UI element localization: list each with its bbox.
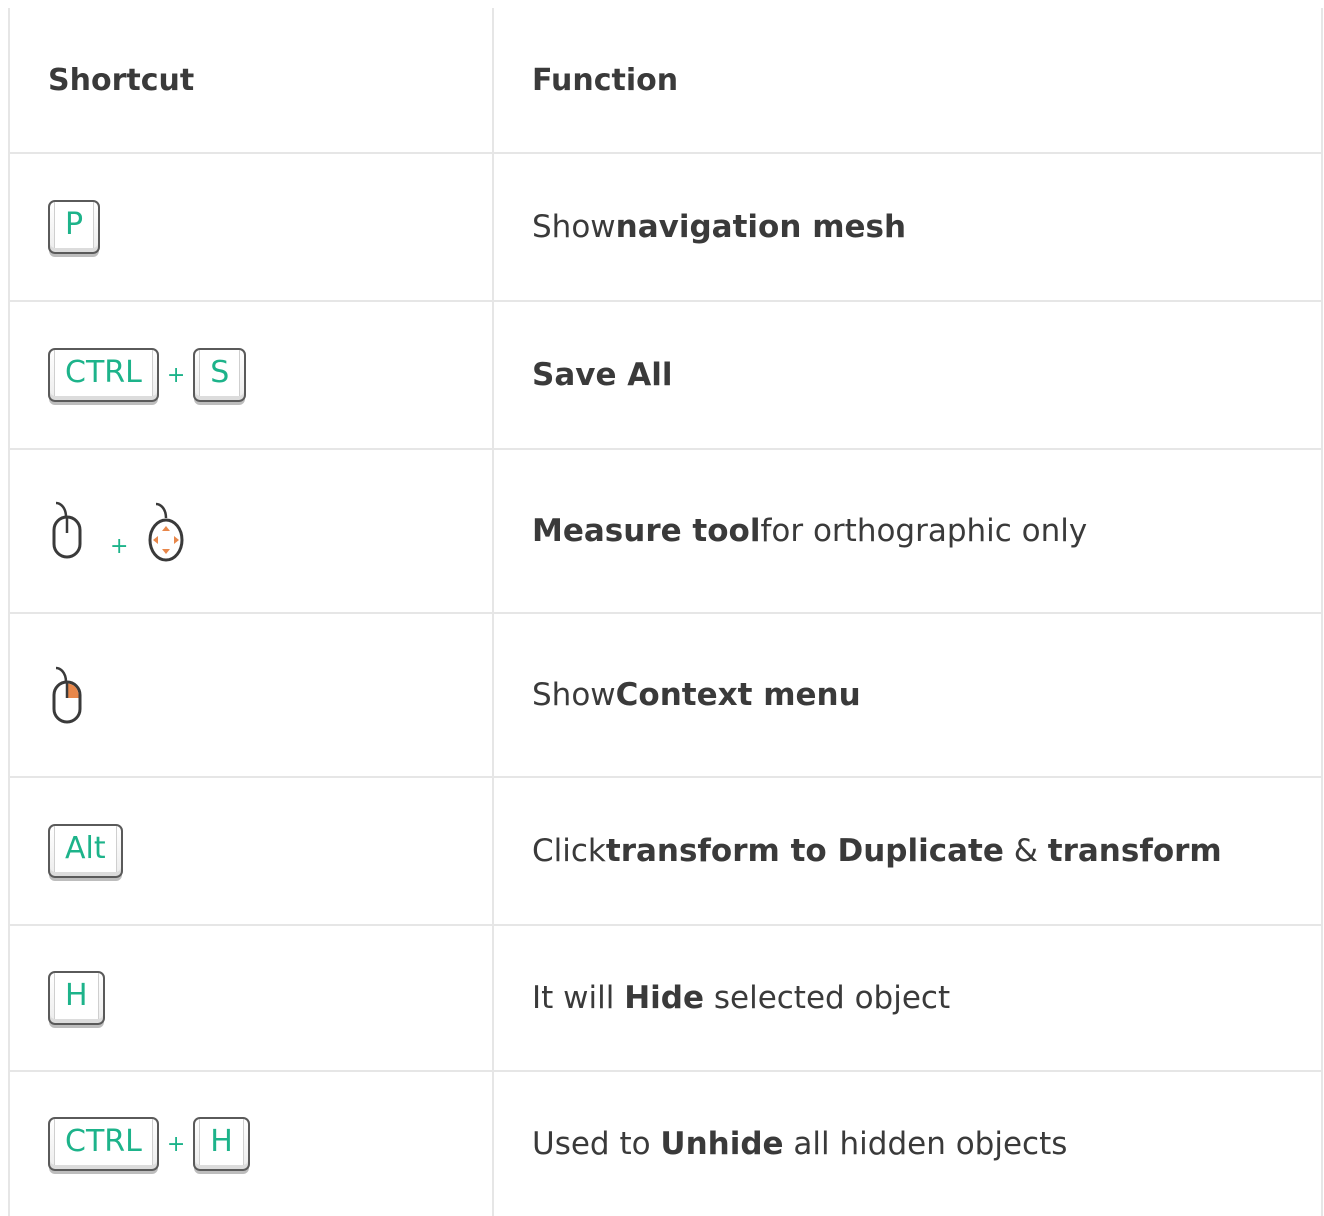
- row-description: Show Context menu: [532, 677, 861, 713]
- plus-sign: +: [166, 362, 186, 388]
- key-ctrl: CTRL: [48, 348, 159, 402]
- plus-sign: +: [166, 1131, 186, 1157]
- key-s: S: [193, 348, 247, 402]
- table-row: CTRL + S Save All: [10, 302, 1321, 450]
- key-alt: Alt: [48, 824, 123, 878]
- row-description: Show navigation mesh: [532, 209, 907, 245]
- row-description: Used to Unhide all hidden objects: [532, 1126, 1068, 1162]
- table-row: + Measure tool for orthographic only: [10, 450, 1321, 614]
- row-description: Click transform to Duplicate & transform: [532, 833, 1222, 869]
- table-row: H It will Hide selected object: [10, 926, 1321, 1072]
- key-ctrl: CTRL: [48, 1117, 159, 1171]
- key-h: H: [48, 971, 105, 1025]
- row-description: Measure tool for orthographic only: [532, 513, 1088, 549]
- header-function: Function: [532, 62, 679, 98]
- table-row: P Show navigation mesh: [10, 154, 1321, 302]
- left-click-mouse-icon: [48, 499, 88, 563]
- right-click-mouse-icon: [48, 662, 88, 728]
- scroll-mouse-icon: [144, 498, 188, 564]
- row-description: It will Hide selected object: [532, 980, 951, 1016]
- table-header-row: Shortcut Function: [10, 8, 1321, 154]
- row-description: Save All: [532, 357, 673, 393]
- table-row: Alt Click transform to Duplicate & trans…: [10, 778, 1321, 926]
- shortcut-table: Shortcut Function P Show navigation mesh…: [8, 8, 1323, 1216]
- header-shortcut: Shortcut: [48, 62, 195, 98]
- key-p: P: [48, 200, 101, 254]
- table-row: CTRL + H Used to Unhide all hidden objec…: [10, 1072, 1321, 1216]
- table-row: Show Context menu: [10, 614, 1321, 778]
- plus-sign: +: [110, 533, 129, 559]
- key-h: H: [193, 1117, 250, 1171]
